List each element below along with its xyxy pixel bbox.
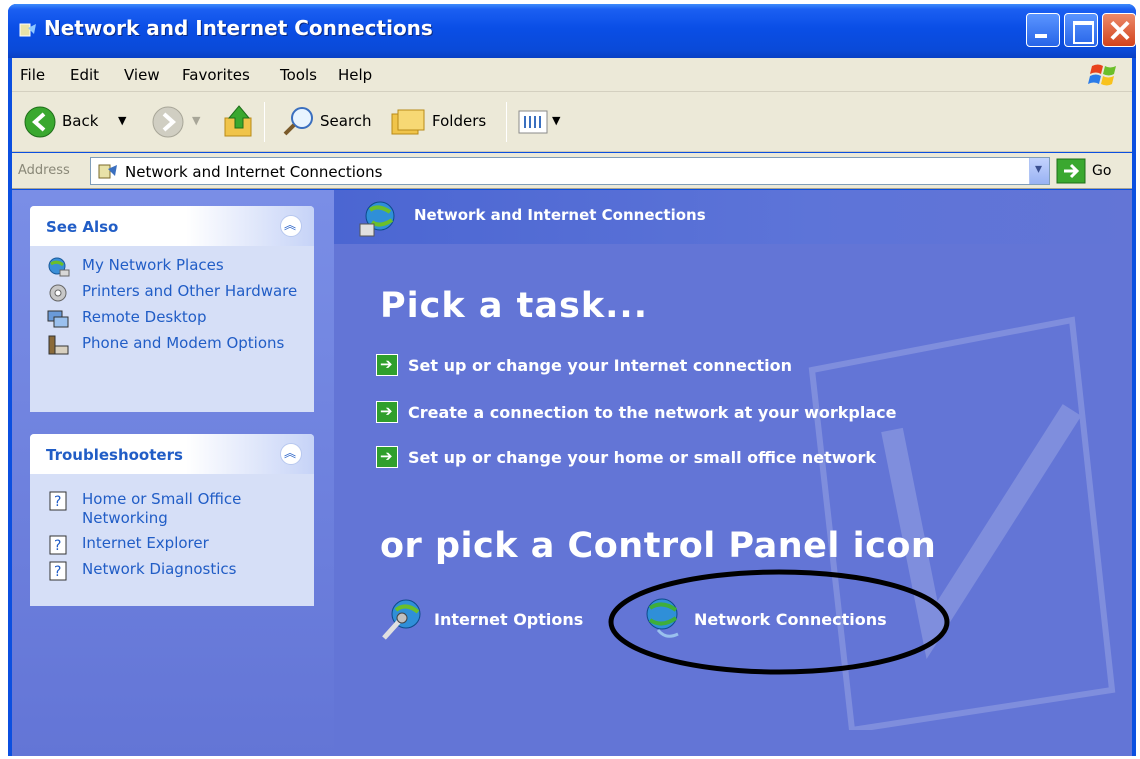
go-arrow-icon[interactable] xyxy=(1056,158,1086,184)
svg-text:?: ? xyxy=(54,494,61,510)
link-printers-hardware[interactable]: Printers and Other Hardware xyxy=(30,282,314,302)
link-label: Internet Explorer xyxy=(82,534,209,552)
back-button[interactable]: Back ▼ xyxy=(20,92,138,152)
search-label: Search xyxy=(320,112,372,130)
pick-icon-heading: or pick a Control Panel icon xyxy=(380,526,937,566)
task-pane: See Also My Network Places xyxy=(12,190,334,756)
minimize-button[interactable] xyxy=(1026,13,1060,47)
troubleshooters-panel: Troubleshooters ? Home or Small Office N… xyxy=(30,434,314,606)
go-button[interactable]: Go xyxy=(1092,163,1111,179)
back-label: Back xyxy=(62,112,99,130)
search-icon xyxy=(283,107,313,136)
toolbar-separator xyxy=(506,102,507,142)
forward-dropdown-icon[interactable]: ▼ xyxy=(192,114,200,127)
svg-text:?: ? xyxy=(54,538,61,554)
help-icon: ? xyxy=(49,561,67,581)
network-places-icon xyxy=(48,257,70,277)
address-bar: Address Network and Internet Connections… xyxy=(12,153,1132,189)
remote-desktop-icon xyxy=(47,310,69,328)
link-internet-explorer[interactable]: ? Internet Explorer xyxy=(30,534,314,555)
link-label: Home or Small Office Networking xyxy=(82,490,242,527)
category-banner: Network and Internet Connections xyxy=(334,190,1132,244)
close-button[interactable] xyxy=(1102,13,1136,47)
help-icon: ? xyxy=(49,491,67,511)
link-label: Printers and Other Hardware xyxy=(82,282,298,300)
link-my-network-places[interactable]: My Network Places xyxy=(30,256,314,277)
address-dropdown-icon[interactable] xyxy=(1029,158,1049,184)
menu-favorites[interactable]: Favorites xyxy=(182,66,250,84)
phone-icon xyxy=(48,335,69,355)
forward-arrow-icon xyxy=(152,106,184,138)
address-value: Network and Internet Connections xyxy=(125,163,383,181)
troubleshooters-title: Troubleshooters xyxy=(46,446,183,464)
window-title: Network and Internet Connections xyxy=(44,16,433,40)
address-field[interactable]: Network and Internet Connections xyxy=(90,157,1050,185)
menu-tools[interactable]: Tools xyxy=(280,66,317,84)
up-folder-icon[interactable] xyxy=(222,104,256,140)
main-pane: Network and Internet Connections Pick a … xyxy=(334,190,1132,756)
menu-bar: File Edit View Favorites Tools Help xyxy=(12,58,1132,92)
see-also-panel: See Also My Network Places xyxy=(30,206,314,412)
link-phone-modem[interactable]: Phone and Modem Options xyxy=(30,334,314,355)
link-label: Remote Desktop xyxy=(82,308,207,326)
collapse-chevron-icon[interactable] xyxy=(280,215,302,237)
link-remote-desktop[interactable]: Remote Desktop xyxy=(30,308,314,328)
windows-logo-icon xyxy=(1088,64,1116,86)
folders-label: Folders xyxy=(432,112,487,130)
link-label: Phone and Modem Options xyxy=(82,334,285,352)
pick-task-heading: Pick a task... xyxy=(380,286,649,326)
internet-options-label: Internet Options xyxy=(434,610,584,629)
back-dropdown-icon[interactable]: ▼ xyxy=(118,114,126,127)
help-icon: ? xyxy=(49,535,67,555)
task-arrow-icon xyxy=(376,446,398,468)
link-home-office-networking[interactable]: ? Home or Small Office Networking xyxy=(30,490,314,528)
network-globe-icon xyxy=(359,201,395,237)
link-label: Network Diagnostics xyxy=(82,560,237,578)
highlight-ellipse xyxy=(608,569,950,675)
task-arrow-icon xyxy=(376,401,398,423)
link-network-diagnostics[interactable]: ? Network Diagnostics xyxy=(30,560,314,581)
back-arrow-icon xyxy=(24,106,56,138)
explorer-window: Network and Internet Connections File Ed… xyxy=(8,4,1136,756)
network-folder-icon xyxy=(19,23,36,37)
category-title: Network and Internet Connections xyxy=(414,206,706,224)
folders-button[interactable]: Folders xyxy=(386,92,498,152)
maximize-button[interactable] xyxy=(1064,13,1098,47)
task-label: Create a connection to the network at yo… xyxy=(408,403,897,422)
toolbar-separator xyxy=(264,102,265,142)
see-also-title: See Also xyxy=(46,218,119,236)
menu-view[interactable]: View xyxy=(124,66,160,84)
forward-button[interactable]: ▼ xyxy=(148,92,208,152)
content-area: See Also My Network Places xyxy=(12,190,1132,756)
internet-options-item[interactable]: Internet Options xyxy=(378,590,598,650)
troubleshooters-header[interactable]: Troubleshooters xyxy=(30,434,314,474)
menu-edit[interactable]: Edit xyxy=(70,66,99,84)
link-label: My Network Places xyxy=(82,256,224,274)
menu-help[interactable]: Help xyxy=(338,66,372,84)
internet-options-icon xyxy=(382,599,421,640)
menu-file[interactable]: File xyxy=(20,66,45,84)
see-also-header[interactable]: See Also xyxy=(30,206,314,246)
svg-text:?: ? xyxy=(54,564,61,580)
task-arrow-icon xyxy=(376,354,398,376)
title-bar[interactable]: Network and Internet Connections xyxy=(8,4,1136,58)
search-button[interactable]: Search xyxy=(274,92,378,152)
address-label: Address xyxy=(18,163,70,178)
task-label: Set up or change your home or small offi… xyxy=(408,448,877,467)
views-button[interactable]: ▼ xyxy=(514,92,570,152)
toolbar: Back ▼ ▼ Search Folders ▼ xyxy=(12,92,1132,152)
views-dropdown-icon[interactable]: ▼ xyxy=(552,114,560,127)
printer-icon xyxy=(49,284,67,302)
network-folder-icon xyxy=(98,164,117,179)
views-icon xyxy=(518,110,548,134)
task-label: Set up or change your Internet connectio… xyxy=(408,356,792,375)
folders-icon xyxy=(391,109,425,135)
collapse-chevron-icon[interactable] xyxy=(280,443,302,465)
